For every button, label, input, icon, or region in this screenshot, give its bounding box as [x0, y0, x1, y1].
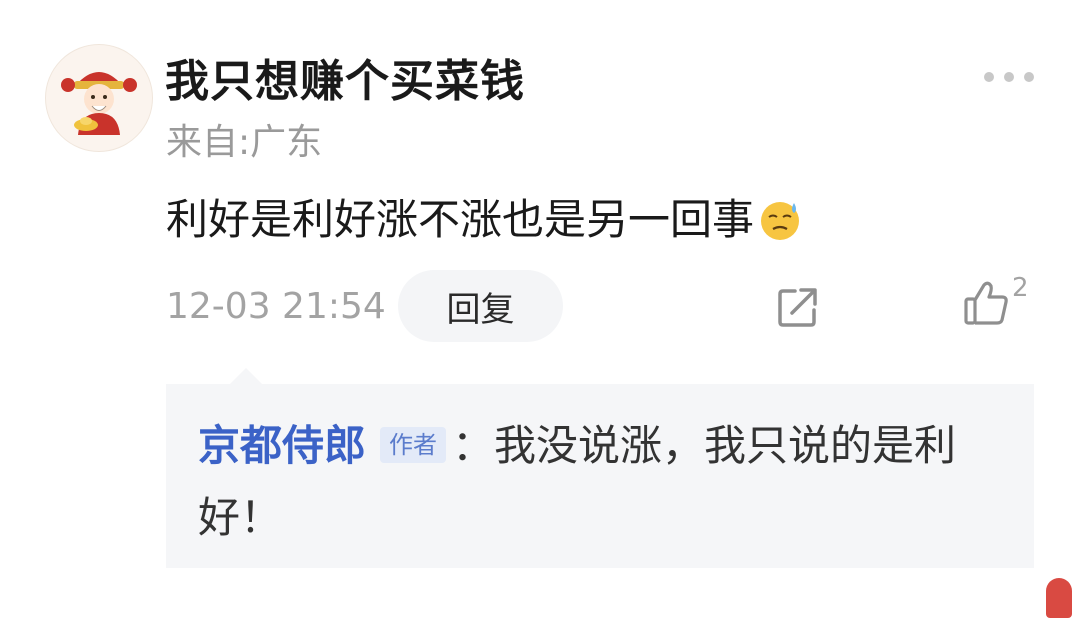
- reply-separator: ：: [452, 421, 495, 470]
- more-dot: [984, 72, 994, 82]
- reply-button[interactable]: 回复: [398, 270, 563, 342]
- reply-button-label: 回复: [446, 289, 515, 330]
- reply-author[interactable]: 京都侍郎: [198, 421, 366, 470]
- comment-location: 来自:广东: [166, 122, 323, 163]
- more-dot: [1004, 72, 1014, 82]
- more-dots-icon[interactable]: [984, 64, 1034, 90]
- comment-timestamp: 12-03 21:54: [166, 286, 386, 327]
- comment-text: 利好是利好涨不涨也是另一回事: [166, 195, 755, 244]
- comment-username[interactable]: 我只想赚个买菜钱: [165, 54, 525, 110]
- comment-body: 利好是利好涨不涨也是另一回事: [166, 190, 802, 250]
- thumbs-up-icon[interactable]: [962, 280, 1010, 326]
- like-count: 2: [1012, 273, 1029, 303]
- author-badge: 作者: [380, 427, 447, 463]
- floating-action-button[interactable]: [1046, 578, 1072, 618]
- share-icon[interactable]: [776, 285, 820, 329]
- avatar[interactable]: [45, 44, 153, 152]
- reply-box-pointer: [230, 368, 262, 384]
- avatar-caishen-image: [61, 72, 137, 135]
- more-dot: [1024, 72, 1034, 82]
- sweat-smile-emoji-icon: [761, 202, 800, 240]
- reply-content: 京都侍郎 作者 ：我没说涨，我只说的是利好！: [198, 410, 1008, 554]
